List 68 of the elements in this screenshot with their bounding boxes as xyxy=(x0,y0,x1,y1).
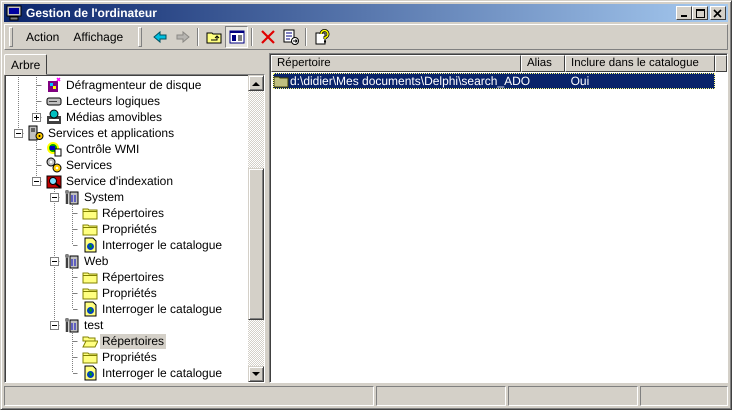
tree-item[interactable]: Défragmenteur de disque xyxy=(64,78,204,92)
close-icon xyxy=(713,8,723,18)
column-header[interactable] xyxy=(715,55,727,72)
collapse-toggle[interactable] xyxy=(32,177,41,186)
minimize-button[interactable] xyxy=(676,6,692,20)
maximize-icon xyxy=(695,8,705,18)
help-icon xyxy=(314,29,330,45)
table-cell: Oui xyxy=(570,74,590,88)
wmi-icon xyxy=(46,141,62,157)
scrollbar[interactable] xyxy=(248,75,264,382)
scroll-up-button[interactable] xyxy=(248,75,264,91)
collapse-toggle[interactable] xyxy=(14,129,23,138)
table-row[interactable]: d:\didier\Mes documents\Delphi\search_ADO Oui xyxy=(273,73,715,89)
tree-item[interactable]: Lecteurs logiques xyxy=(64,94,162,108)
server-gear-icon xyxy=(28,125,44,141)
tool-cabinet-icon xyxy=(64,189,80,205)
tree-item[interactable]: Interroger le catalogue xyxy=(100,366,224,380)
tree-item[interactable]: Propriétés xyxy=(100,222,159,236)
tool-cabinet-icon xyxy=(64,253,80,269)
removable-media-icon xyxy=(46,109,62,125)
tree-item[interactable]: Médias amovibles xyxy=(64,110,164,124)
tree-item[interactable]: Web xyxy=(82,254,110,268)
tree-item[interactable]: Répertoires xyxy=(100,270,166,284)
column-header[interactable]: Alias xyxy=(521,55,565,72)
tree-item[interactable]: Répertoires xyxy=(100,206,166,220)
globe-document-icon xyxy=(82,301,98,317)
scroll-thumb[interactable] xyxy=(248,168,264,320)
tree-item[interactable]: Interroger le catalogue xyxy=(100,238,224,252)
column-header[interactable]: Répertoire xyxy=(271,55,521,72)
tool-cabinet-icon xyxy=(64,317,80,333)
tree-item[interactable]: Service d'indexation xyxy=(64,174,176,188)
tree-item[interactable]: Propriétés xyxy=(100,286,159,300)
back-arrow-icon xyxy=(152,29,168,45)
expand-toggle[interactable] xyxy=(32,113,41,122)
tree-item[interactable]: Services et applications xyxy=(46,126,176,140)
globe-document-icon xyxy=(82,365,98,381)
panes-icon xyxy=(228,29,245,45)
menu-item[interactable]: Action xyxy=(19,28,66,46)
tree-item[interactable]: Interroger le catalogue xyxy=(100,302,224,316)
globe-document-icon xyxy=(82,237,98,253)
list-arrow-icon xyxy=(282,29,299,45)
tree-item[interactable]: Répertoires xyxy=(100,334,166,348)
column-header[interactable]: Inclure dans le catalogue xyxy=(565,55,715,72)
tree-item[interactable]: Services xyxy=(64,158,114,172)
maximize-button[interactable] xyxy=(692,6,708,20)
indexing-icon xyxy=(46,173,62,189)
down-arrow-icon xyxy=(252,372,260,376)
defrag-icon xyxy=(46,77,62,93)
forward-arrow-icon xyxy=(174,29,191,45)
computer-icon xyxy=(6,5,22,21)
tree-item[interactable]: Contrôle WMI xyxy=(64,142,142,156)
menu-item[interactable]: Affichage xyxy=(66,28,130,46)
gears-icon xyxy=(46,157,62,173)
tree-item[interactable]: Propriétés xyxy=(100,350,159,364)
tab[interactable]: Arbre xyxy=(4,54,48,75)
minimize-icon xyxy=(681,15,687,17)
collapse-toggle[interactable] xyxy=(50,321,59,330)
collapse-toggle[interactable] xyxy=(50,257,59,266)
close-button[interactable] xyxy=(710,6,726,20)
toolbar-button[interactable] xyxy=(225,26,248,48)
window-title: Gestion de l'ordinateur xyxy=(26,6,157,20)
table-cell: d:\didier\Mes documents\Delphi\search_ADO xyxy=(290,74,530,88)
scroll-down-button[interactable] xyxy=(248,366,264,382)
tree-item[interactable]: test xyxy=(82,318,106,332)
up-arrow-icon xyxy=(252,80,260,86)
x-icon xyxy=(260,29,276,45)
collapse-toggle[interactable] xyxy=(50,193,59,202)
tree-item[interactable]: System xyxy=(82,190,126,204)
